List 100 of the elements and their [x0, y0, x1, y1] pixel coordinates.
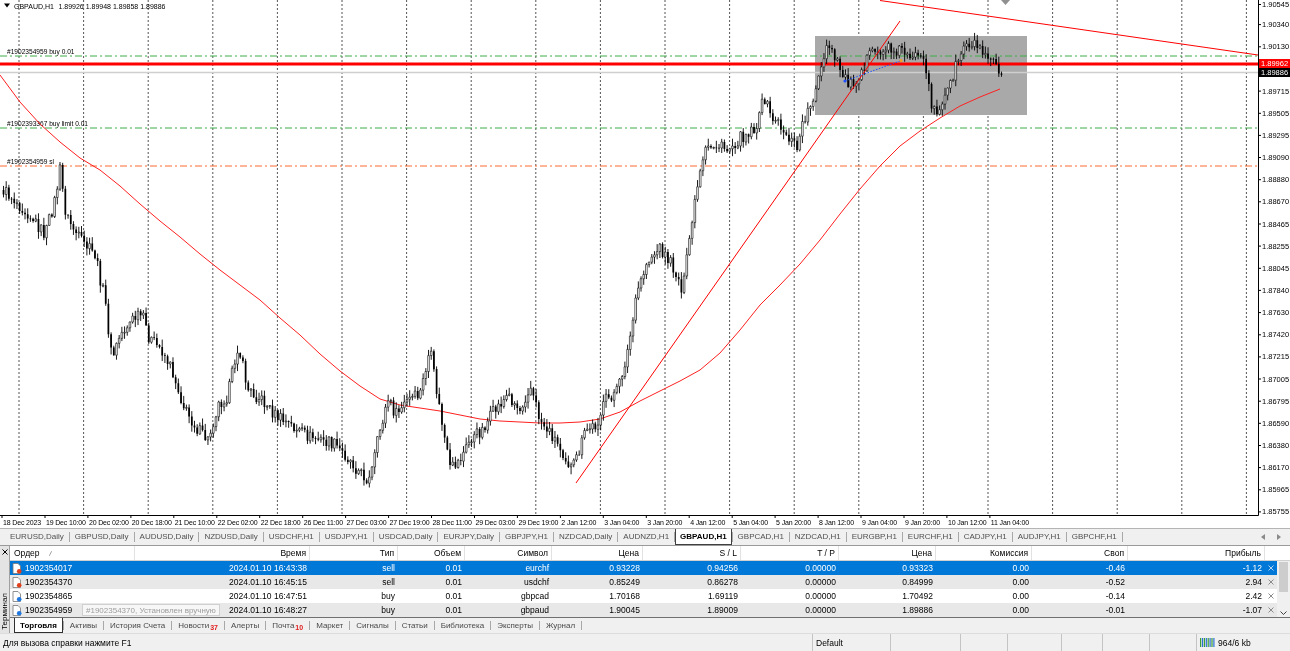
close-icon[interactable] — [1, 549, 8, 555]
symbol-tab[interactable]: GBPAUD,H1 — [675, 529, 732, 545]
table-cell: 0.85249 — [609, 577, 640, 587]
symbol-tab[interactable]: NZDUSD,Daily — [199, 529, 263, 545]
symbol-tab[interactable]: GBPCHF,H1 — [1066, 529, 1122, 545]
order-row[interactable]: 1902354017 2024.01.10 16:43:38 sell 0.01 eurchf 0.93228 0.94256 0.00000 0.93323 0.00 -0.46 -1.12 — [10, 561, 1277, 575]
table-cell: usdchf — [523, 577, 549, 587]
tooltip: #1902354370, Установлен вручную — [82, 604, 220, 616]
symbol-tab[interactable]: USDCAD,Daily — [373, 529, 438, 545]
table-cell: -1.07 — [1242, 605, 1262, 615]
symbol-tab[interactable]: AUDNZD,H1 — [618, 529, 675, 545]
caret-right-icon[interactable] — [1277, 534, 1281, 540]
table-cell: 0.00 — [1012, 605, 1029, 615]
terminal-tab[interactable]: Маркет — [310, 618, 350, 633]
table-cell: 1.89886 — [902, 605, 933, 615]
column-header[interactable]: Прибыль — [1128, 546, 1265, 560]
column-header[interactable]: Ордер — [14, 548, 40, 558]
scrollbar-thumb[interactable] — [1279, 562, 1288, 592]
column-header[interactable]: Цена — [552, 546, 643, 560]
terminal-tab[interactable]: Сигналы — [350, 618, 395, 633]
shift-marker-icon[interactable] — [1001, 0, 1010, 5]
column-header[interactable]: Цена — [839, 546, 936, 560]
symbol-tab[interactable]: GBPCAD,H1 — [732, 529, 789, 545]
table-cell: buy — [381, 605, 395, 615]
table-cell: 1902354017 — [25, 563, 73, 573]
symbol-tab[interactable]: EURGBP,H1 — [846, 529, 902, 545]
table-cell: 0.84999 — [902, 577, 933, 587]
terminal-tab[interactable]: Журнал — [539, 618, 582, 633]
table-cell: 1.69119 — [707, 591, 738, 601]
symbol-tab[interactable]: GBPUSD,Daily — [69, 529, 134, 545]
column-header[interactable]: Тип — [310, 546, 398, 560]
symbol-tab[interactable]: AUDJPY,H1 — [1012, 529, 1066, 545]
table-cell: 0.01 — [445, 577, 462, 587]
table-cell: 1.89009 — [707, 605, 738, 615]
table-cell: 2.42 — [1245, 591, 1262, 601]
column-header[interactable]: S / L — [643, 546, 741, 560]
symbol-tab[interactable]: CADJPY,H1 — [958, 529, 1012, 545]
table-cell: eurchf — [525, 563, 549, 573]
terminal-tab[interactable]: Активы — [63, 618, 103, 633]
table-cell: -1.12 — [1242, 563, 1262, 573]
table-cell: sell — [382, 563, 395, 573]
traffic-counter: 964/6 kb — [1218, 637, 1251, 648]
trade-connector-line — [843, 58, 903, 83]
terminal-tab[interactable]: Библиотека — [434, 618, 491, 633]
column-header[interactable]: T / P — [741, 546, 839, 560]
chevron-down-icon[interactable] — [1280, 611, 1287, 615]
table-cell: 0.00000 — [805, 577, 836, 587]
table-cell: 2.94 — [1245, 577, 1262, 587]
scrollbar[interactable] — [1277, 561, 1290, 617]
document-icon — [12, 562, 22, 574]
table-cell: 2024.01.10 16:47:51 — [229, 591, 307, 601]
table-cell: 1.70168 — [609, 591, 640, 601]
document-icon — [12, 576, 22, 588]
terminal-tab[interactable]: Эксперты — [491, 618, 539, 633]
column-header[interactable]: Время — [135, 546, 310, 560]
table-cell: 1.90045 — [609, 605, 640, 615]
terminal-tab[interactable]: Статьи — [395, 618, 434, 633]
terminal-tab[interactable]: Алерты — [225, 618, 266, 633]
table-cell: 1902354370 — [25, 577, 73, 587]
table-cell: 0.94256 — [707, 563, 738, 573]
order-row[interactable]: 1902354370 2024.01.10 16:45:15 sell 0.01 usdchf 0.85249 0.86278 0.00000 0.84999 0.00 -0.52 2.94 — [10, 575, 1277, 589]
symbol-tab[interactable]: EURUSD,Daily — [5, 529, 69, 545]
symbol-tab[interactable]: GBPJPY,H1 — [499, 529, 553, 545]
table-cell: -0.14 — [1105, 591, 1125, 601]
table-cell: 0.00 — [1012, 563, 1029, 573]
document-icon — [12, 590, 22, 602]
caret-left-icon[interactable] — [1261, 534, 1265, 540]
table-cell: gbpaud — [520, 605, 549, 615]
table-cell: 0.00 — [1012, 591, 1029, 601]
symbol-tab[interactable]: EURCHF,H1 — [902, 529, 958, 545]
table-cell: -0.46 — [1105, 563, 1125, 573]
symbol-tab[interactable]: NZDCAD,Daily — [553, 529, 618, 545]
table-cell: 1902354865 — [25, 591, 73, 601]
table-cell: 0.01 — [445, 563, 462, 573]
table-cell: 1902354959 — [25, 605, 73, 615]
column-header[interactable]: Своп — [1032, 546, 1128, 560]
terminal-tab[interactable]: Торговля — [14, 618, 63, 633]
terminal-tab[interactable]: История Счета — [103, 618, 172, 633]
profile-name: Default — [816, 637, 843, 648]
table-cell: -0.01 — [1105, 605, 1125, 615]
connection-bars-icon — [1200, 638, 1215, 647]
table-cell: 0.01 — [445, 605, 462, 615]
column-header[interactable]: Символ — [465, 546, 552, 560]
status-text: Для вызова справки нажмите F1 — [3, 637, 132, 648]
table-cell: 0.93228 — [609, 563, 640, 573]
table-cell: 0.86278 — [707, 577, 738, 587]
column-header[interactable]: Объем — [398, 546, 465, 560]
caret-icon[interactable] — [4, 3, 10, 8]
symbol-tab[interactable]: EURJPY,Daily — [438, 529, 499, 545]
table-cell: -0.52 — [1105, 577, 1125, 587]
table-cell: 1.70492 — [902, 591, 933, 601]
table-cell: buy — [381, 591, 395, 601]
table-cell: 2024.01.10 16:48:27 — [229, 605, 307, 615]
symbol-tab[interactable]: AUDUSD,Daily — [134, 529, 199, 545]
symbol-tab[interactable]: USDJPY,H1 — [319, 529, 373, 545]
symbol-tab[interactable]: NZDCAD,H1 — [789, 529, 846, 545]
table-cell: 0.93323 — [902, 563, 933, 573]
column-header[interactable]: Комиссия — [936, 546, 1032, 560]
table-cell: 0.01 — [445, 591, 462, 601]
symbol-tab[interactable]: USDCHF,H1 — [263, 529, 319, 545]
